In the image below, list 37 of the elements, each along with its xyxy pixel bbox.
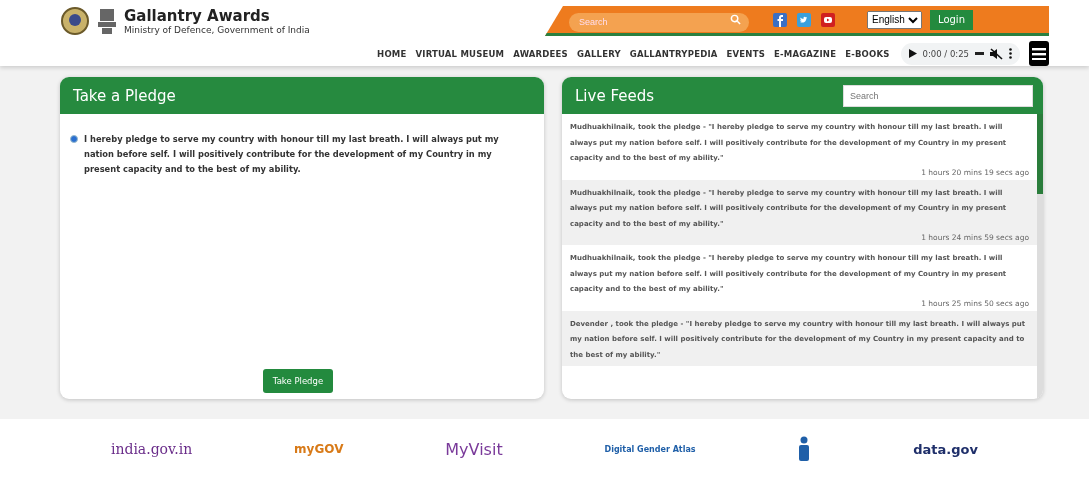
feed-search-field[interactable]: Search: [843, 84, 1033, 107]
twitter-icon[interactable]: [797, 12, 811, 27]
search-field[interactable]: Search: [569, 12, 749, 32]
nav-link[interactable]: GALLERY: [576, 48, 621, 59]
emblem-icon: [60, 6, 90, 36]
search-icon: [730, 14, 741, 25]
site-subtitle: Ministry of Defence, Government of India: [124, 24, 310, 35]
menu-icon: [1032, 47, 1046, 60]
menu-button[interactable]: [1029, 41, 1049, 66]
card-title: Live Feeds: [575, 86, 654, 105]
youtube-icon[interactable]: [821, 12, 835, 27]
volume-icon[interactable]: [990, 47, 1003, 60]
partner-logo[interactable]: Digital Gender Atlas: [604, 444, 696, 454]
site-title: Gallantry Awards: [124, 7, 271, 25]
pledge-text: I hereby pledge to serve my country with honour till my last breath. I will always put my nation before self. I will positively contribute for the development of my Country in my present capacity and to the best of my ability.: [84, 133, 500, 176]
facebook-icon[interactable]: [773, 12, 787, 27]
progress-bar-icon[interactable]: [975, 51, 984, 56]
partner-logo[interactable]: data.gov: [913, 441, 978, 457]
play-icon[interactable]: [908, 49, 917, 58]
login-button[interactable]: Login: [930, 9, 973, 30]
nav-link[interactable]: VIRTUAL MUSEUM: [415, 48, 505, 59]
scrollbar[interactable]: [1037, 114, 1043, 399]
audio-time: 0:00 / 0:25: [922, 48, 969, 59]
nav-link[interactable]: E-MAGAZINE: [774, 48, 837, 59]
partner-logo[interactable]: india.gov.in: [110, 441, 193, 457]
card-title: Take a Pledge: [73, 86, 176, 105]
nav-link[interactable]: AWARDEES: [513, 48, 568, 59]
info-figure-icon[interactable]: [797, 436, 812, 462]
radio-button[interactable]: [70, 135, 78, 143]
take-pledge-button[interactable]: Take Pledge: [262, 369, 334, 393]
nav-link[interactable]: E-BOOKS: [845, 48, 890, 59]
language-select[interactable]: English: [867, 10, 922, 29]
nav-link[interactable]: EVENTS: [726, 48, 765, 59]
more-icon[interactable]: [1009, 48, 1012, 59]
partner-logo[interactable]: MyVisit: [445, 439, 503, 459]
nav-link[interactable]: HOME: [377, 48, 407, 59]
nav-link[interactable]: GALLANTRYPEDIA: [629, 48, 718, 59]
